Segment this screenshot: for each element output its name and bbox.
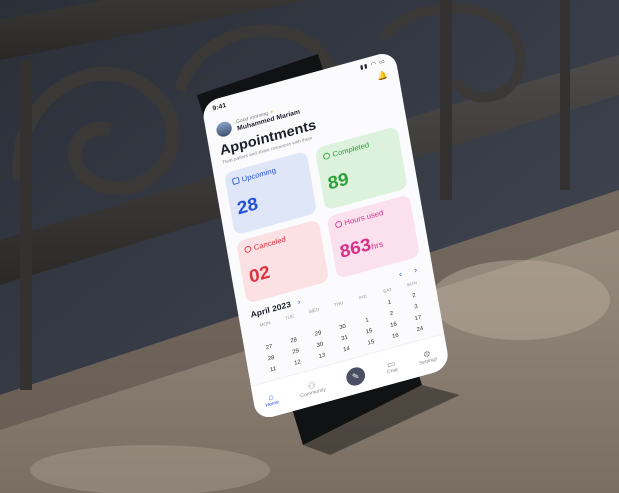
railing-post	[560, 0, 570, 190]
calendar-day[interactable]: 28	[258, 352, 283, 364]
status-icons: ▮▮ ◠ ▭	[359, 58, 387, 71]
upcoming-label: Upcoming	[241, 166, 277, 184]
calendar-day[interactable]	[254, 330, 279, 342]
calendar-day[interactable]: 30	[330, 321, 355, 333]
calendar-day[interactable]: 1	[377, 296, 402, 308]
calendar-day[interactable]	[279, 323, 304, 335]
cancel-circle-icon	[243, 245, 252, 254]
canceled-card[interactable]: Canceled 02	[236, 219, 330, 304]
canceled-value: 02	[247, 261, 272, 287]
calendar-day[interactable]: 2	[379, 308, 404, 320]
weekday: MON	[259, 320, 271, 329]
tab-home[interactable]: ⌂ Home	[264, 391, 280, 409]
calendar-day[interactable]: 2	[401, 290, 426, 302]
weekday: SAT	[382, 287, 393, 295]
weekday: SUN	[406, 280, 418, 289]
sun-patch	[430, 260, 610, 340]
calendar-day[interactable]	[328, 310, 353, 322]
calendar-day[interactable]: 15	[358, 337, 383, 349]
calendar-day[interactable]: 31	[332, 332, 357, 344]
bell-icon[interactable]: 🔔	[377, 70, 389, 82]
edit-icon: ✎	[351, 371, 360, 382]
hours-value: 863hrs	[338, 233, 384, 262]
calendar-day[interactable]: 13	[309, 350, 334, 362]
tab-label: Settings	[418, 356, 438, 367]
calendar-day[interactable]: 24	[407, 323, 432, 335]
weekday: TUE	[284, 314, 295, 322]
tab-chat[interactable]: ▭ Chat	[385, 358, 398, 375]
calendar-day[interactable]: 17	[405, 312, 430, 324]
tab-label: Home	[265, 399, 280, 409]
calendar-day[interactable]: 29	[283, 346, 308, 358]
calendar-day[interactable]	[303, 317, 328, 329]
compose-button[interactable]: ✎	[344, 365, 367, 388]
calendar-day[interactable]: 14	[334, 343, 359, 355]
completed-label: Completed	[331, 140, 370, 159]
hours-unit: hrs	[370, 239, 384, 252]
tab-settings[interactable]: ⚙ Settings	[417, 348, 438, 367]
railing-post	[20, 60, 32, 390]
calendar-day[interactable]: 1	[354, 314, 379, 326]
calendar-day[interactable]: 30	[307, 339, 332, 351]
canceled-label: Canceled	[253, 234, 287, 252]
calendar-day[interactable]: 15	[356, 325, 381, 337]
calendar-day[interactable]: 29	[305, 328, 330, 340]
calendar-nav[interactable]: ‹ ›	[398, 264, 423, 279]
calendar-day[interactable]	[352, 303, 377, 315]
calendar-icon	[231, 176, 240, 186]
railing-post	[440, 0, 452, 200]
weekday: THU	[333, 300, 344, 309]
chevron-right-icon[interactable]: ›	[297, 298, 301, 308]
clock-icon	[334, 220, 343, 229]
calendar-day[interactable]: 11	[260, 363, 285, 375]
calendar-day[interactable]: 27	[256, 341, 281, 353]
photo-scene: 9:41 ▮▮ ◠ ▭ 🔔 Good morning ☀ Muhammed Ma…	[0, 0, 619, 493]
hours-card[interactable]: Hours used 863hrs	[326, 194, 420, 279]
completed-value: 89	[326, 168, 351, 194]
sun-patch	[30, 445, 270, 493]
weekday: FRI	[358, 294, 368, 302]
upcoming-value: 28	[235, 192, 260, 219]
status-time: 9:41	[211, 101, 227, 113]
weekday: WED	[308, 307, 320, 316]
hours-label: Hours used	[343, 208, 384, 227]
calendar-day[interactable]: 16	[383, 330, 408, 342]
calendar-day[interactable]: 28	[281, 334, 306, 346]
tab-community[interactable]: ⚇ Community	[298, 378, 326, 399]
calendar-day[interactable]: 12	[285, 357, 310, 369]
calendar-day[interactable]: 16	[381, 319, 406, 331]
check-circle-icon	[322, 152, 331, 161]
calendar-day[interactable]: 3	[403, 301, 428, 313]
avatar[interactable]	[215, 119, 233, 139]
